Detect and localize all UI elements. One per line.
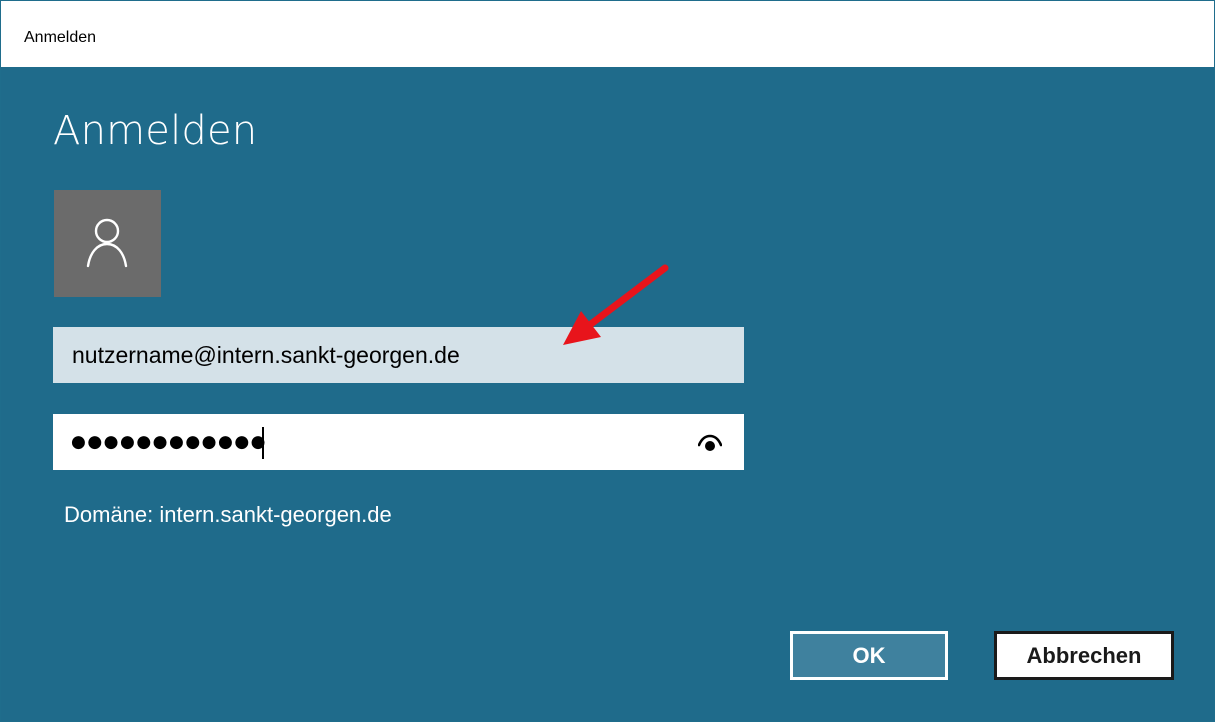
user-avatar [54,190,161,297]
sign-in-dialog: Anmelden Anmelden ●●●●●●●●●●●● Domäne: i… [0,0,1215,722]
text-caret [262,427,264,459]
password-masked-value: ●●●●●●●●●●●● [71,432,268,452]
eye-icon[interactable] [697,434,723,452]
user-icon [86,218,128,268]
domain-label: Domäne: intern.sankt-georgen.de [64,502,392,527]
ok-button[interactable]: OK [790,631,948,680]
dialog-heading: Anmelden [53,108,258,154]
username-input[interactable] [53,327,744,383]
cancel-button[interactable]: Abbrechen [994,631,1174,680]
window-title: Anmelden [24,29,97,46]
title-bar: Anmelden [1,1,1214,67]
password-field[interactable]: ●●●●●●●●●●●● [53,414,744,470]
